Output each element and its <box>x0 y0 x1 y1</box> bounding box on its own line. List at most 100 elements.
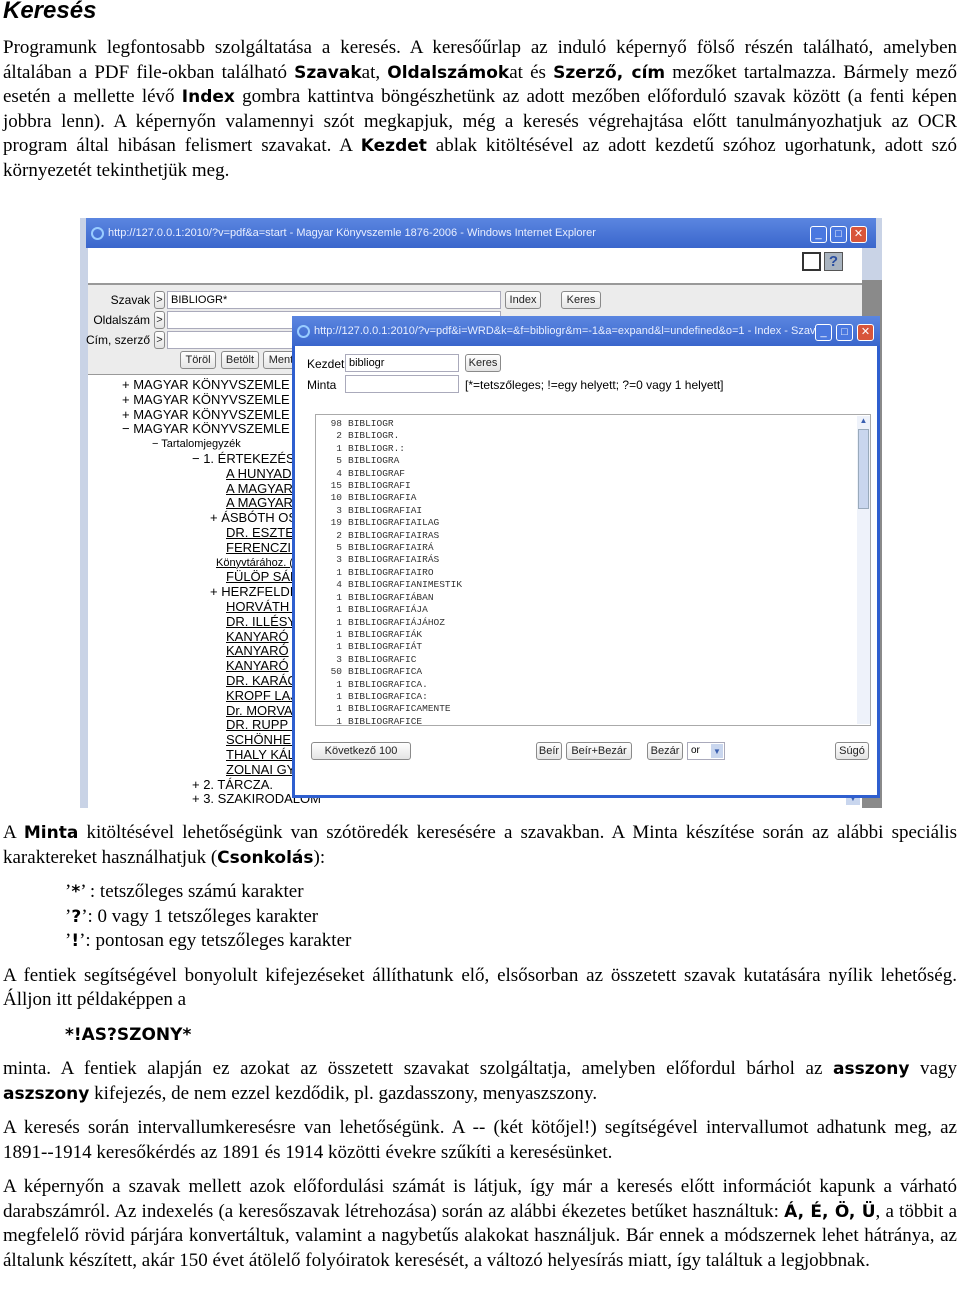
word-count: 1 <box>336 628 342 640</box>
beir-bezar-button[interactable]: Beír+Bezár <box>566 742 632 760</box>
field-index-arrow-button[interactable]: > <box>154 331 165 349</box>
word-list[interactable]: 98 BIBLIOGR 2 BIBLIOGR. 1 BIBLIOGR.: 5 BIBLIOGR… <box>315 414 871 728</box>
minta-input[interactable] <box>345 375 459 393</box>
word-count: 3 <box>336 504 342 516</box>
word-list-item[interactable]: 10 BIBLIOGRAFIA <box>324 492 870 504</box>
tree-item[interactable]: KANYARÓ <box>80 629 300 645</box>
indented-line: ’*’ : tetszőleges számú karakter <box>65 880 957 905</box>
bold-term: aszszony <box>3 1083 90 1104</box>
tree-item[interactable]: A HUNYADI <box>80 466 300 482</box>
popup-maximize-button[interactable]: □ <box>836 324 853 341</box>
word-list-item[interactable]: 50 BIBLIOGRAFICA <box>324 666 870 678</box>
tree-item[interactable]: + MAGYAR KÖNYVSZEMLE 18 <box>80 392 308 408</box>
word: BIBLIOGR. <box>348 430 400 442</box>
tree-item[interactable]: Könyvtárához. ( <box>80 556 300 571</box>
text-run: A fentiek segítségével bonyolult kifejez… <box>3 964 957 1011</box>
word-list-scrollbar[interactable]: ▲ <box>857 416 870 724</box>
field-index-arrow-button[interactable]: > <box>154 311 165 329</box>
tree-item[interactable]: ZOLNAI GY <box>80 762 300 778</box>
operator-select[interactable]: or ▼ <box>687 742 725 760</box>
word-list-item[interactable]: 3 BIBLIOGRAFIC <box>324 654 870 666</box>
popup-minimize-button[interactable]: _ <box>815 324 832 341</box>
tree-item[interactable]: FERENCZI Z <box>80 540 303 556</box>
word-list-item[interactable]: 1 BIBLIOGRAFICA. <box>324 679 870 691</box>
scroll-thumb[interactable] <box>858 429 869 509</box>
word-list-item[interactable]: 4 BIBLIOGRAFIANIMESTIK <box>324 579 870 591</box>
field-input[interactable]: BIBLIOGR* <box>167 291 501 309</box>
word-list-item[interactable]: 3 BIBLIOGRAFIAI <box>324 505 870 517</box>
word-list-item[interactable]: 5 BIBLIOGRA <box>324 455 870 467</box>
tree-item[interactable]: SCHÖNHER <box>80 732 300 748</box>
word-list-item[interactable]: 1 BIBLIOGRAFIÁJÁHOZ <box>324 617 870 629</box>
word-list-item[interactable]: 3 BIBLIOGRAFIAIRÁS <box>324 554 870 566</box>
word-list-item[interactable]: 5 BIBLIOGRAFIAIRÁ <box>324 542 870 554</box>
next-100-button[interactable]: Következő 100 <box>311 742 411 760</box>
indented-line: ’!’: pontosan egy tetszőleges karakter <box>65 929 957 954</box>
window-icon-button[interactable] <box>802 252 821 271</box>
maximize-button[interactable]: □ <box>830 226 847 243</box>
tree-item[interactable]: HORVÁTH I <box>80 599 300 615</box>
beir-button[interactable]: Beír <box>536 742 562 760</box>
minimize-button[interactable]: _ <box>810 226 827 243</box>
tree-item[interactable]: + 3. SZAKIRODALOM <box>80 792 321 807</box>
tree-item[interactable]: KANYARÓ <box>80 658 300 674</box>
tree-item[interactable]: + ÁSBÓTH OS <box>80 510 300 526</box>
close-button[interactable]: ✕ <box>850 226 867 243</box>
word-list-item[interactable]: 1 BIBLIOGRAFIAIRO <box>324 567 870 579</box>
word-list-item[interactable]: 1 BIBLIOGRAFIÁK <box>324 629 870 641</box>
text-run: ’: 0 vagy 1 tetszőleges karakter <box>81 905 319 927</box>
tree-item[interactable]: − Tartalomjegyzék <box>80 437 300 452</box>
bezar-button[interactable]: Bezár <box>647 742 683 760</box>
sugo-button[interactable]: Súgó <box>835 742 869 760</box>
word: BIBLIOGRAFICAMENTE <box>348 703 451 715</box>
word-count: 10 <box>330 492 342 504</box>
page-title: Keresés <box>3 0 97 24</box>
popup-keres-button[interactable]: Keres <box>465 354 501 372</box>
tree-item[interactable]: A MAGYAR <box>80 481 300 497</box>
tree-item[interactable]: + MAGYAR KÖNYVSZEMLE 18 <box>80 407 308 423</box>
word-list-item[interactable]: 4 BIBLIOGRAF <box>324 468 870 480</box>
help-icon-button[interactable]: ? <box>824 252 843 271</box>
tree-item[interactable]: − 1. ÉRTEKEZÉSEK, <box>80 451 316 467</box>
popup-close-button[interactable]: ✕ <box>857 324 874 341</box>
word-list-item[interactable]: 1 BIBLIOGRAFICE <box>324 716 870 728</box>
word-list-item[interactable]: 2 BIBLIOGRAFIAIRAS <box>324 530 870 542</box>
word-list-item[interactable]: 1 BIBLIOGRAFIÁJA <box>324 604 870 616</box>
word-count: 1 <box>336 703 342 715</box>
tree-item[interactable]: + HERZFELDE <box>80 584 300 600</box>
tree-item[interactable]: A MAGYAR <box>80 496 300 511</box>
torol-button[interactable]: Töröl <box>180 351 216 369</box>
word-list-item[interactable]: 1 BIBLIOGRAFICAMENTE <box>324 703 870 715</box>
keres-button[interactable]: Keres <box>561 291 601 309</box>
word-list-item[interactable]: 15 BIBLIOGRAFI <box>324 480 870 492</box>
tree-item[interactable]: THALY KÁL <box>80 747 300 763</box>
tree-item[interactable]: DR. RUPP K <box>80 718 300 733</box>
tree-item[interactable]: − MAGYAR KÖNYVSZEMLE 18 <box>80 422 308 437</box>
kezdet-input[interactable]: bibliogr <box>345 354 459 372</box>
bold-term: *!AS?SZONY* <box>65 1024 192 1045</box>
word-list-item[interactable]: 2 BIBLIOGR. <box>324 430 870 442</box>
field-index-arrow-button[interactable]: > <box>154 291 165 309</box>
tree-item[interactable]: + 2. TÁRCZA. <box>80 777 300 793</box>
popup-title: http://127.0.0.1:2010/?v=pdf&i=WRD&k=&f=… <box>314 325 824 337</box>
word-list-item[interactable]: 98 BIBLIOGR <box>324 418 870 430</box>
word-list-item[interactable]: 1 BIBLIOGRAFIÁT <box>324 641 870 653</box>
word-list-item[interactable]: 1 BIBLIOGR.: <box>324 443 870 455</box>
tree-item[interactable]: DR. KARÁC <box>80 673 300 689</box>
word-list-item[interactable]: 19 BIBLIOGRAFIAILAG <box>324 517 870 529</box>
betolt-button[interactable]: Betölt <box>221 351 259 369</box>
word: BIBLIOGRAF <box>348 467 406 479</box>
tree-item[interactable]: + MAGYAR KÖNYVSZEMLE 18 <box>80 377 308 393</box>
word-list-item[interactable]: 1 BIBLIOGRAFICA: <box>324 691 870 703</box>
tree-item[interactable]: KANYARÓ <box>80 644 300 659</box>
bold-term: ? <box>71 906 82 927</box>
indented-line: ’?’: 0 vagy 1 tetszőleges karakter <box>65 905 957 930</box>
index-button[interactable]: Index <box>505 291 541 309</box>
tree-item[interactable]: DR. ILLÉSY <box>80 614 300 630</box>
tree-item[interactable]: DR. ESZTEG <box>80 525 304 541</box>
tree-item[interactable]: FÜLÖP SÁN <box>80 570 300 585</box>
tree-item[interactable]: KROPF LAJ <box>80 688 300 704</box>
tree-item[interactable]: Dr. MORVA <box>80 703 300 719</box>
word-count: 1 <box>336 604 342 616</box>
word-list-item[interactable]: 1 BIBLIOGRAFIÁBAN <box>324 592 870 604</box>
